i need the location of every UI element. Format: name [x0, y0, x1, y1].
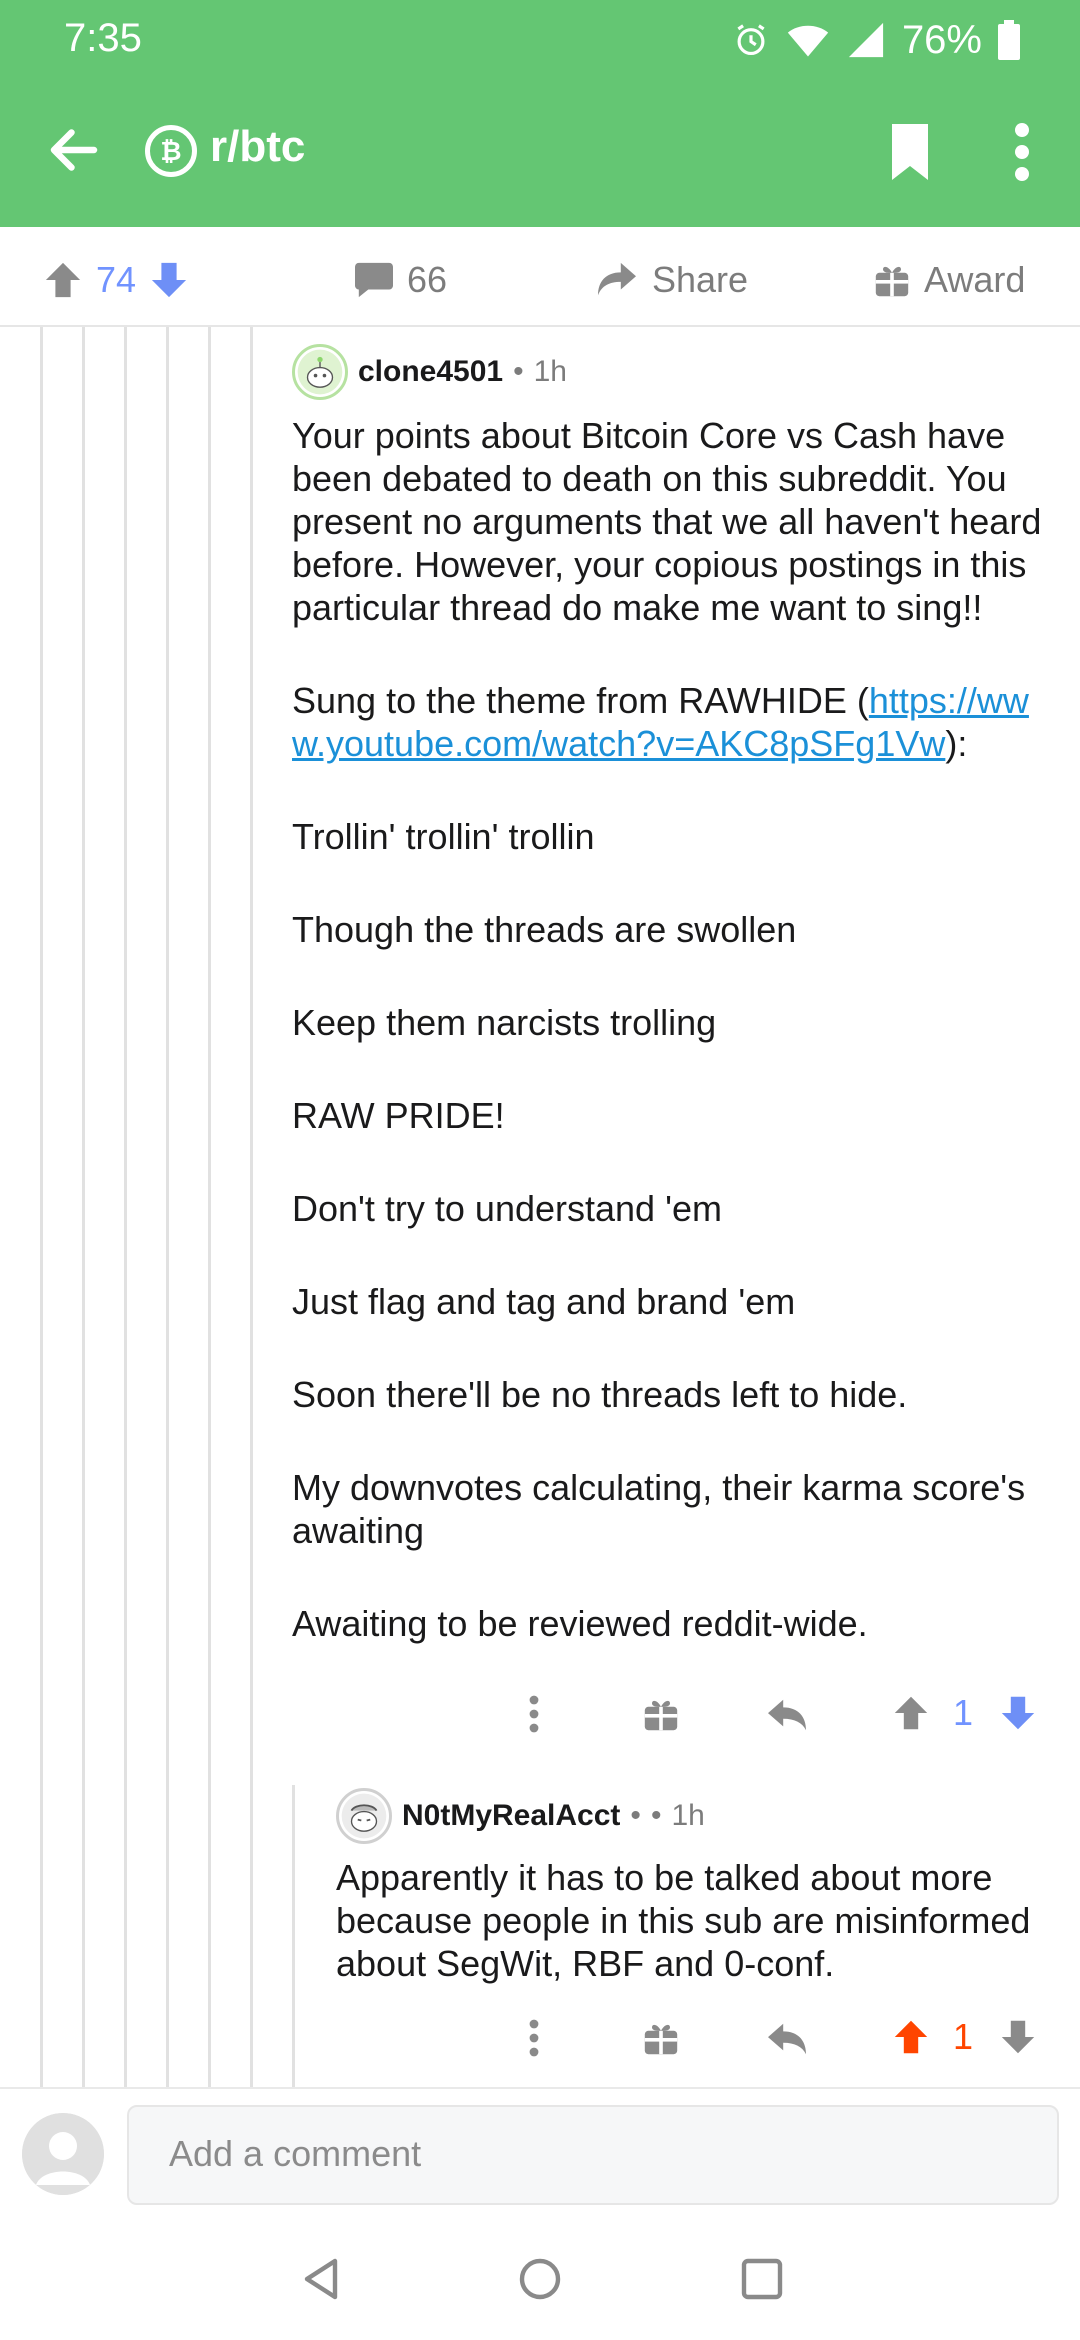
comment-score: 1 — [953, 1692, 974, 1733]
comment-icon — [355, 262, 393, 298]
battery-percent: 76% — [901, 17, 982, 62]
comment-age: 1h — [671, 1799, 705, 1832]
post-action-bar: 74 66 Share Award — [0, 227, 1080, 327]
lyric-line: Keep them narcists trolling — [292, 1002, 717, 1043]
comment-age: 1h — [533, 355, 567, 388]
thread-line[interactable] — [208, 327, 211, 2087]
add-comment-input[interactable]: Add a comment — [127, 2105, 1059, 2205]
more-options-icon[interactable] — [1005, 122, 1039, 182]
avatar[interactable] — [336, 1788, 392, 1844]
signal-icon — [848, 22, 884, 58]
thread-line[interactable] — [166, 327, 169, 2087]
nav-home-icon[interactable] — [518, 2257, 562, 2301]
text-run: Sung to the theme from RAWHIDE ( — [292, 680, 869, 721]
user-avatar-icon[interactable] — [22, 2113, 104, 2195]
share-label: Share — [652, 259, 749, 300]
lyric-line: Trollin' trollin' trollin — [292, 816, 595, 857]
comment-actions: 1 — [500, 2014, 1060, 2064]
reply-icon[interactable] — [766, 1696, 808, 1734]
more-options-icon[interactable] — [528, 2018, 540, 2058]
comment-author[interactable]: clone4501 — [358, 355, 503, 389]
subreddit-name[interactable]: r/btc — [210, 122, 305, 172]
downvote-icon[interactable] — [150, 260, 188, 300]
award-button[interactable]: Award — [874, 255, 1025, 305]
comment-composer: Add a comment — [0, 2087, 1080, 2217]
lyric-line: My downvotes calculating, their karma sc… — [292, 1467, 1026, 1551]
nav-header: ₿ r/btc — [0, 100, 1080, 210]
lyric-line: Awaiting to be reviewed reddit-wide. — [292, 1603, 868, 1644]
comment-header: N0tMyRealAcct • • 1h — [336, 1788, 1066, 1844]
meta-separator: • — [650, 1799, 662, 1832]
meta-separator: • — [513, 355, 524, 388]
comment-paragraph: Apparently it has to be talked about mor… — [336, 1857, 1031, 1984]
thread-line[interactable] — [124, 327, 127, 2087]
battery-icon — [998, 20, 1020, 60]
lyric-line: Soon there'll be no threads left to hide… — [292, 1374, 908, 1415]
downvote-icon[interactable] — [1000, 2018, 1036, 2056]
status-time: 7:35 — [64, 16, 142, 60]
text-run: ): — [945, 723, 968, 764]
more-options-icon[interactable] — [528, 1694, 540, 1734]
comment-score: 1 — [953, 2016, 974, 2057]
nav-recents-icon[interactable] — [740, 2257, 784, 2301]
lyric-line: RAW PRIDE! — [292, 1095, 505, 1136]
back-arrow-icon[interactable] — [44, 120, 104, 180]
subreddit-icon[interactable]: ₿ — [145, 125, 197, 177]
comment-body: Apparently it has to be talked about mor… — [336, 1856, 1066, 1985]
comments-button[interactable]: 66 — [355, 255, 447, 305]
wifi-icon — [787, 25, 829, 57]
reply-icon[interactable] — [766, 2020, 808, 2058]
lyric-line: Don't try to understand 'em — [292, 1188, 722, 1229]
gift-icon[interactable] — [643, 2020, 679, 2056]
comment-paragraph: Your points about Bitcoin Core vs Cash h… — [292, 415, 1042, 628]
share-icon — [598, 262, 636, 296]
avatar[interactable] — [292, 344, 348, 400]
comment-actions: 1 — [500, 1690, 1060, 1740]
thread-line[interactable] — [82, 327, 85, 2087]
upvote-icon[interactable] — [893, 1694, 929, 1732]
thread-line[interactable] — [40, 327, 43, 2087]
status-bar: 7:35 76% — [0, 0, 1080, 80]
post-score: 74 — [96, 259, 137, 300]
downvote-icon[interactable] — [1000, 1694, 1036, 1732]
comment: clone4501 • 1h Your points about Bitcoin… — [292, 344, 1062, 1695]
thread-line[interactable] — [250, 327, 253, 2087]
lyric-line: Though the threads are swollen — [292, 909, 797, 950]
nav-back-icon[interactable] — [300, 2257, 342, 2301]
gift-icon[interactable] — [643, 1696, 679, 1732]
comment-author[interactable]: N0tMyRealAcct — [402, 1799, 620, 1833]
gift-icon — [875, 266, 909, 297]
status-icons: 76% — [732, 14, 1020, 66]
comment-paragraph: Sung to the theme from RAWHIDE (https://… — [292, 679, 1062, 765]
upvote-icon[interactable] — [44, 260, 82, 300]
thread-line[interactable] — [292, 1785, 295, 2087]
award-label: Award — [924, 259, 1026, 300]
post-vote-group: 74 — [44, 255, 188, 305]
comment-header: clone4501 • 1h — [292, 344, 1062, 400]
upvote-icon[interactable] — [893, 2018, 929, 2056]
app-header: 7:35 76% ₿ r/btc — [0, 0, 1080, 227]
meta-separator: • — [630, 1799, 641, 1832]
comment: N0tMyRealAcct • • 1h Apparently it has t… — [336, 1788, 1066, 1985]
system-nav-bar — [0, 2217, 1080, 2340]
lyric-line: Just flag and tag and brand 'em — [292, 1281, 796, 1322]
comment-body: Your points about Bitcoin Core vs Cash h… — [292, 414, 1062, 1645]
bookmark-icon[interactable] — [888, 124, 932, 180]
alarm-icon — [737, 24, 765, 56]
share-button[interactable]: Share — [596, 255, 748, 305]
comment-count: 66 — [407, 259, 448, 300]
